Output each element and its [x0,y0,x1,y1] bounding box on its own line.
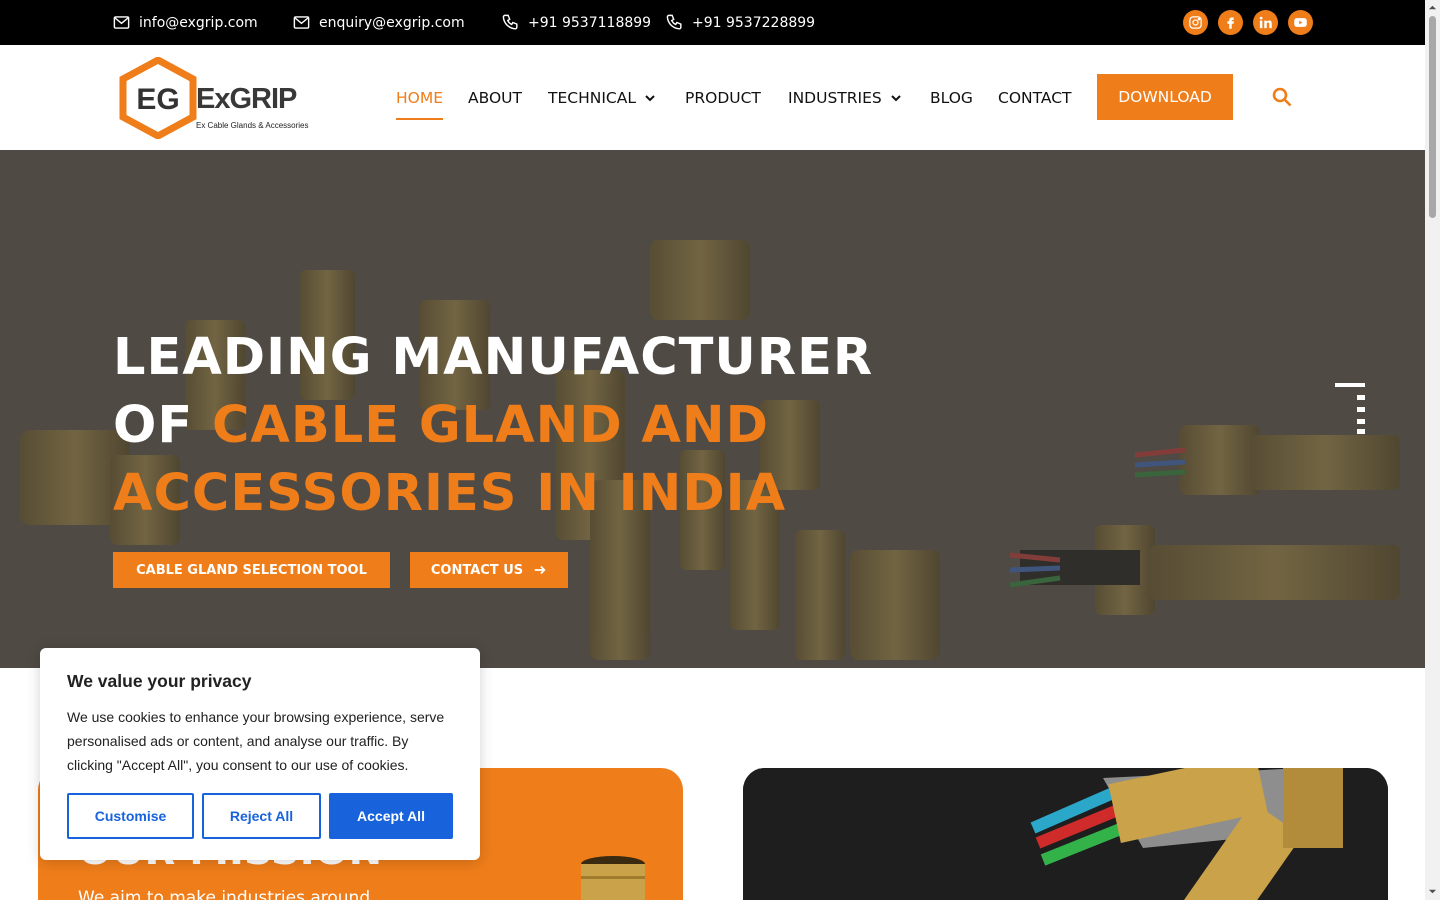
scroll-up-arrow-icon[interactable] [1428,3,1437,12]
phone-label: +91 9537118899 [528,14,652,31]
hero-title-highlight-1: CABLE GLAND AND [211,396,769,455]
phone-link-2[interactable]: +91 9537228899 [665,0,815,45]
nav-label: CONTACT [998,88,1072,107]
reject-all-button[interactable]: Reject All [202,793,321,839]
site-logo[interactable]: EG ExGRIP Ex Cable Glands & Accessories [118,57,309,139]
email-label: info@exgrip.com [139,14,258,31]
instagram-icon [1189,16,1202,29]
cookie-description: We use cookies to enhance your browsing … [67,709,445,773]
cable-gland-selection-tool-button[interactable]: CABLE GLAND SELECTION TOOL [113,552,390,588]
nav-label: ABOUT [468,88,522,107]
nav-label: PRODUCT [685,88,761,107]
cable-gland-image-card [743,768,1388,900]
email-link-enquiry[interactable]: enquiry@exgrip.com [292,0,465,45]
nav-technical[interactable]: TECHNICAL [548,45,656,150]
facebook-link[interactable] [1218,10,1243,35]
button-label: CONTACT US [430,562,524,578]
logo-tagline: Ex Cable Glands & Accessories [196,121,309,130]
cable-gland-closeup-image [743,768,1388,900]
nav-label: BLOG [930,88,973,107]
facebook-icon [1227,17,1234,29]
phone-label: +91 9537228899 [692,14,816,31]
page-scrollbar[interactable] [1425,0,1440,900]
phone-icon [666,14,682,30]
cookie-consent-banner: We value your privacy We use cookies to … [40,648,480,860]
phone-link-1[interactable]: +91 9537118899 [501,0,651,45]
nav-label: INDUSTRIES [788,88,882,107]
customise-button[interactable]: Customise [67,793,194,839]
nav-blog[interactable]: BLOG [930,45,973,150]
hero-title-highlight-2: ACCESSORIES IN INDIA [113,464,787,523]
active-underline [396,118,444,120]
nav-contact[interactable]: CONTACT [998,45,1072,150]
contact-us-button[interactable]: CONTACT US [410,552,568,588]
linkedin-link[interactable] [1253,10,1278,35]
instagram-link[interactable] [1183,10,1208,35]
nav-product[interactable]: PRODUCT [685,45,761,150]
email-link-info[interactable]: info@exgrip.com [112,0,258,45]
phone-icon [502,14,518,30]
youtube-link[interactable] [1288,10,1313,35]
hero-slider: LEADING MANUFACTURER OF CABLE GLAND AND … [0,150,1425,668]
nav-home[interactable]: HOME [396,45,444,150]
slide-indicator-icon[interactable] [1335,383,1365,435]
download-button[interactable]: DOWNLOAD [1097,74,1233,120]
scroll-down-arrow-icon[interactable] [1428,887,1437,896]
linkedin-icon [1259,16,1272,29]
mission-text: We aim to make industries around [78,888,371,900]
logo-monogram: EG [136,83,179,116]
hero-title-of: OF [113,396,212,455]
logo-name: ExGRIP [196,83,297,115]
email-label: enquiry@exgrip.com [319,14,465,31]
search-icon[interactable] [1270,85,1294,109]
button-label: CABLE GLAND SELECTION TOOL [136,562,367,578]
nav-industries[interactable]: INDUSTRIES [788,45,902,150]
scrollbar-thumb[interactable] [1429,16,1436,218]
chevron-down-icon [645,94,655,101]
brass-fitting-image [581,856,645,900]
hero-title: LEADING MANUFACTURER OF CABLE GLAND AND … [113,324,913,528]
main-header: EG ExGRIP Ex Cable Glands & Accessories … [0,45,1425,150]
youtube-icon [1294,18,1307,27]
chevron-down-icon [891,94,901,101]
accept-all-button[interactable]: Accept All [329,793,453,839]
nav-about[interactable]: ABOUT [468,45,522,150]
logo-hexagon-icon: EG [119,57,197,139]
cookie-title: We value your privacy [67,671,252,691]
nav-label: HOME [396,88,444,107]
arrow-right-icon [534,565,546,575]
mail-icon [293,16,310,29]
nav-label: TECHNICAL [548,88,636,107]
hero-title-line1: LEADING MANUFACTURER [113,328,874,387]
mail-icon [113,16,130,29]
top-contact-bar: info@exgrip.com enquiry@exgrip.com +91 9… [0,0,1425,45]
